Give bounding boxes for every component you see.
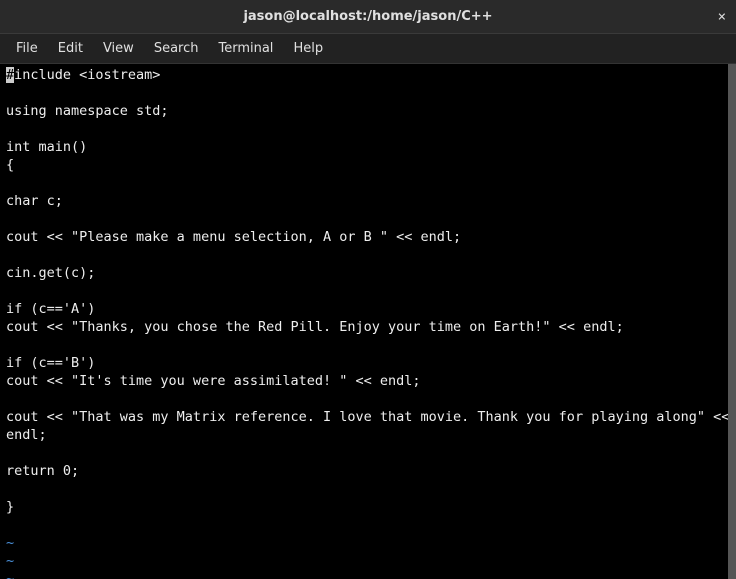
- empty-line-tilde: ~: [6, 553, 14, 569]
- menu-edit[interactable]: Edit: [48, 37, 93, 60]
- editor-content[interactable]: #include <iostream> using namespace std;…: [0, 64, 736, 579]
- window-titlebar: jason@localhost:/home/jason/C++ ×: [0, 0, 736, 34]
- close-icon[interactable]: ×: [718, 10, 726, 24]
- window-title: jason@localhost:/home/jason/C++: [243, 9, 492, 24]
- terminal-area[interactable]: #include <iostream> using namespace std;…: [0, 64, 736, 579]
- menu-search[interactable]: Search: [144, 37, 209, 60]
- empty-line-tilde: ~: [6, 535, 14, 551]
- menu-view[interactable]: View: [93, 37, 144, 60]
- scrollbar-thumb[interactable]: [728, 64, 736, 579]
- editor-cursor: #: [6, 67, 14, 83]
- menu-help[interactable]: Help: [283, 37, 333, 60]
- menubar: File Edit View Search Terminal Help: [0, 34, 736, 64]
- code-block: #include <iostream> using namespace std;…: [6, 66, 730, 579]
- menu-terminal[interactable]: Terminal: [208, 37, 283, 60]
- scrollbar[interactable]: [728, 64, 736, 579]
- empty-line-tilde: ~: [6, 571, 14, 579]
- menu-file[interactable]: File: [6, 37, 48, 60]
